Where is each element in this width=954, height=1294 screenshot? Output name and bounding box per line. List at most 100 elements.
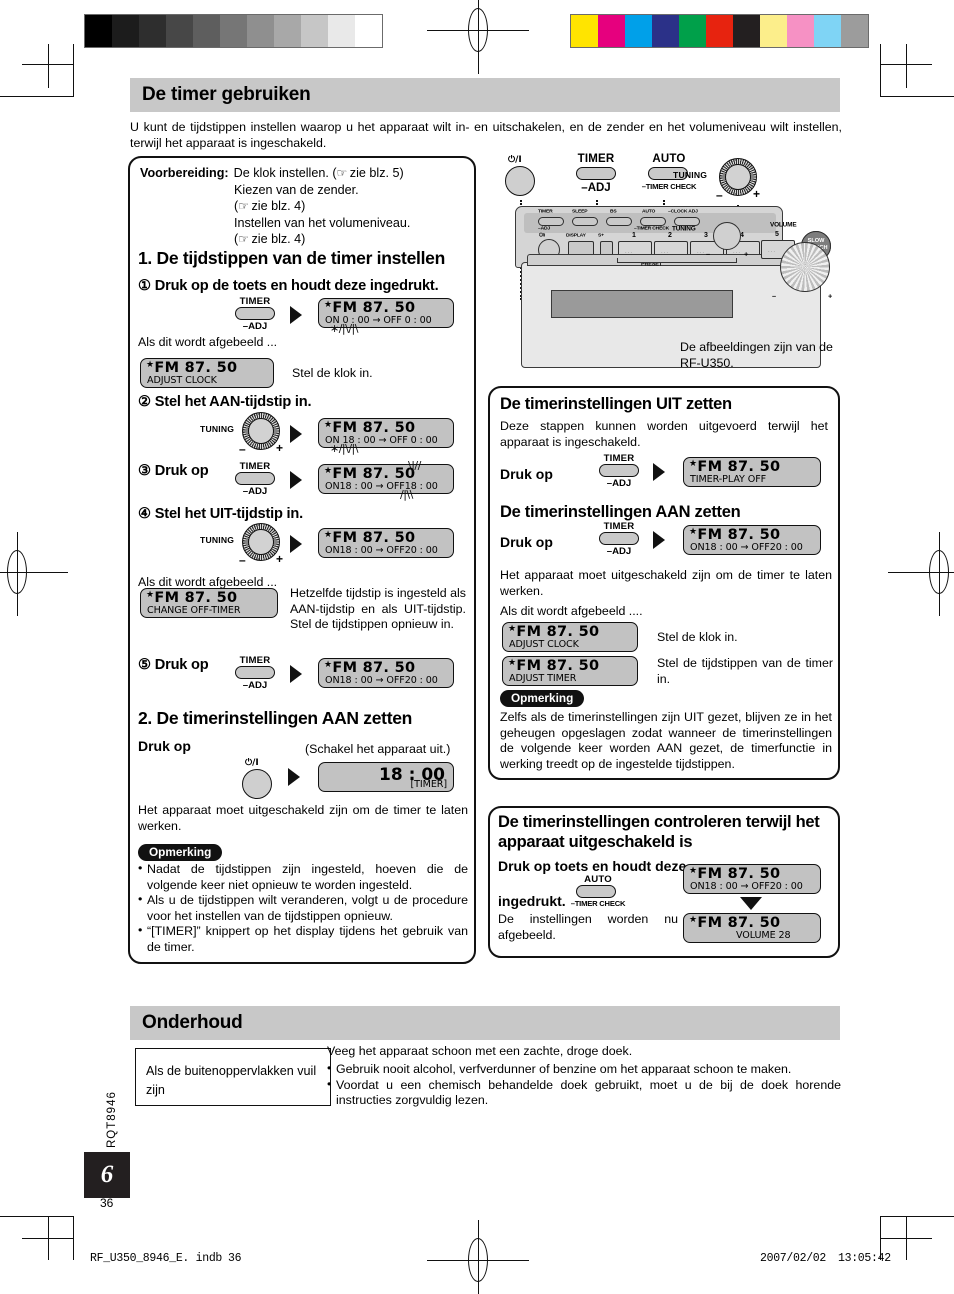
timer-adj-button-off[interactable]: TIMER –ADJ bbox=[596, 453, 642, 491]
callout-tuning-knob[interactable]: TUNING – + bbox=[673, 158, 760, 202]
knob-center[interactable] bbox=[248, 529, 274, 555]
opmerking-body-right: Zelfs als de timerinstellingen zijn UIT … bbox=[500, 710, 832, 771]
preset-dots-icon: ․․․ bbox=[768, 248, 777, 254]
footer-file-name: RF_U350_8946_E. indb bbox=[90, 1252, 223, 1265]
knob-minus-label: – bbox=[239, 553, 246, 567]
button-label-auto: AUTO bbox=[584, 874, 612, 885]
step-3-number: ③ bbox=[138, 463, 151, 479]
button-sublabel-timer-check: –TIMER CHECK bbox=[570, 899, 626, 908]
panel-button-clock-adj[interactable] bbox=[674, 217, 700, 226]
pointing-hand-icon: ☞ bbox=[238, 232, 249, 246]
grayscale-swatch bbox=[166, 15, 193, 47]
tuning-knob-step4[interactable]: TUNING – + bbox=[200, 523, 284, 567]
color-swatch bbox=[814, 15, 841, 47]
callout-power-button[interactable]: ⏻/I bbox=[505, 155, 539, 199]
panel-button-auto[interactable] bbox=[640, 217, 666, 226]
step-4-heading: ④ Stel het UIT-tijdstip in. bbox=[138, 505, 303, 522]
blink-indicator-icon: ∕|\\ bbox=[400, 488, 413, 501]
panel-button-sleep[interactable] bbox=[572, 217, 598, 226]
flow-arrow-icon bbox=[290, 306, 302, 324]
timer-on-when-shown: Als dit wordt afgebeeld .... bbox=[500, 604, 643, 618]
section-header-timer: De timer gebruiken bbox=[130, 78, 840, 112]
device-lcd-screen bbox=[551, 290, 733, 318]
panel-volume-knob[interactable] bbox=[780, 242, 830, 292]
flow-arrow-icon bbox=[290, 535, 302, 553]
timer-check-press-label-1: Druk op toets en houdt deze bbox=[498, 858, 687, 874]
blink-indicator-icon: \|∕∕ bbox=[408, 459, 421, 472]
lcd-frequency: FM 87. 50 bbox=[697, 459, 781, 475]
list-item: Nadat de tijdstippen zijn ingesteld, hoe… bbox=[138, 861, 468, 893]
button-sublabel-adj: –ADJ bbox=[581, 182, 611, 194]
panel-label-s-plus: S+ bbox=[598, 233, 604, 239]
button-label-timer: TIMER bbox=[603, 521, 635, 532]
panel-preset-num-3: 3 bbox=[704, 232, 708, 239]
heading-timer-off: De timerinstellingen UIT zetten bbox=[500, 395, 732, 413]
button-label-timer: TIMER bbox=[577, 153, 615, 165]
callout-timer-button[interactable]: TIMER –ADJ bbox=[573, 153, 619, 194]
lcd-change-off-timer: ★FM 87. 50 CHANGE OFF-TIMER bbox=[140, 588, 278, 618]
timer-off-intro: Deze stappen kunnen worden uitgevoerd te… bbox=[500, 419, 828, 449]
grayscale-swatch bbox=[220, 15, 247, 47]
step4-after-note: Hetzelfde tijdstip is ingesteld als AAN-… bbox=[290, 586, 466, 632]
button-pill[interactable] bbox=[599, 532, 639, 545]
timer-adj-button-step3[interactable]: TIMER –ADJ bbox=[232, 461, 278, 499]
button-pill[interactable] bbox=[599, 464, 639, 477]
knob-center[interactable] bbox=[725, 164, 751, 190]
panel-label-tuning: TUNING bbox=[672, 226, 696, 233]
step1-after-text: Als dit wordt afgebeeld ... bbox=[138, 335, 278, 349]
color-swatch bbox=[625, 15, 652, 47]
button-pill[interactable] bbox=[576, 167, 616, 180]
button-sublabel-adj: –ADJ bbox=[242, 321, 268, 332]
lcd-frequency: FM 87. 50 bbox=[332, 530, 416, 546]
maintenance-intro: Veeg het apparaat schoon met een zachte,… bbox=[327, 1044, 633, 1058]
button-sublabel-adj: –ADJ bbox=[606, 546, 632, 557]
step-4-number: ④ bbox=[138, 506, 151, 522]
power-button-circle[interactable] bbox=[505, 166, 535, 196]
power-button-section2[interactable]: ⏻/I bbox=[242, 758, 276, 802]
footer-time: 13:05:42 bbox=[838, 1252, 891, 1265]
lcd-frequency: FM 87. 50 bbox=[516, 658, 600, 674]
preparation-block: Voorbereiding: De klok instellen. (☞ zie… bbox=[140, 165, 466, 248]
maintenance-box-label: Als de buitenoppervlakken vuil zijn bbox=[146, 1064, 317, 1097]
intro-paragraph: U kunt de tijdstippen instellen waarop u… bbox=[130, 120, 842, 150]
registration-mark-left bbox=[0, 532, 68, 616]
maintenance-label-box: Als de buitenoppervlakken vuil zijn bbox=[135, 1048, 331, 1106]
registration-mark-bottom bbox=[427, 1220, 529, 1294]
button-pill[interactable] bbox=[576, 885, 616, 898]
button-pill[interactable] bbox=[235, 472, 275, 485]
registration-mark-right bbox=[888, 532, 954, 616]
panel-label-display: DISPLAY bbox=[566, 233, 586, 239]
button-pill[interactable] bbox=[235, 307, 275, 320]
auto-timer-check-button[interactable]: AUTO –TIMER CHECK bbox=[568, 874, 628, 912]
lcd-frequency: FM 87. 50 bbox=[332, 660, 416, 676]
panel-button-bs[interactable] bbox=[606, 217, 632, 226]
button-pill[interactable] bbox=[235, 666, 275, 679]
knob-center[interactable] bbox=[248, 418, 274, 444]
step-5-heading: ⑤ Druk op bbox=[138, 656, 209, 673]
timer-adj-button-step5[interactable]: TIMER –ADJ bbox=[232, 655, 278, 693]
knob-plus-label: + bbox=[276, 552, 284, 566]
lcd-timer-tag: [TIMER] bbox=[410, 779, 448, 790]
lcd-timer-check-2: ★FM 87. 50 VOLUME 28 bbox=[683, 913, 821, 943]
panel-preset-num-2: 2 bbox=[668, 232, 672, 239]
step-3-text: Druk op bbox=[154, 463, 209, 479]
panel-button-timer[interactable] bbox=[538, 217, 564, 226]
timer-adj-button-on[interactable]: TIMER –ADJ bbox=[596, 521, 642, 559]
opmerking-badge-right: Opmerking bbox=[500, 690, 585, 707]
grayscale-swatch bbox=[193, 15, 220, 47]
button-label-timer: TIMER bbox=[239, 655, 271, 666]
button-sublabel-adj: –ADJ bbox=[242, 486, 268, 497]
panel-volume-plus: + bbox=[828, 292, 833, 301]
timer-adj-button-step1[interactable]: TIMER –ADJ bbox=[232, 296, 278, 334]
timer-check-press-label-2: ingedrukt. bbox=[498, 893, 566, 909]
lcd-timer-check-1: ★FM 87. 50 ON18 : 00 → OFF20 : 00 bbox=[683, 864, 821, 894]
lcd-frequency: FM 87. 50 bbox=[332, 420, 416, 436]
preparation-ref-3: zie blz. 4) bbox=[251, 232, 306, 246]
grayscale-swatch bbox=[328, 15, 355, 47]
flow-arrow-icon bbox=[288, 768, 300, 786]
panel-tuning-knob[interactable] bbox=[713, 222, 741, 250]
tuning-knob-step2[interactable]: TUNING – + bbox=[200, 412, 283, 456]
power-button-circle[interactable] bbox=[242, 769, 272, 799]
color-swatch bbox=[733, 15, 760, 47]
panel-label-auto: AUTO bbox=[642, 209, 656, 215]
